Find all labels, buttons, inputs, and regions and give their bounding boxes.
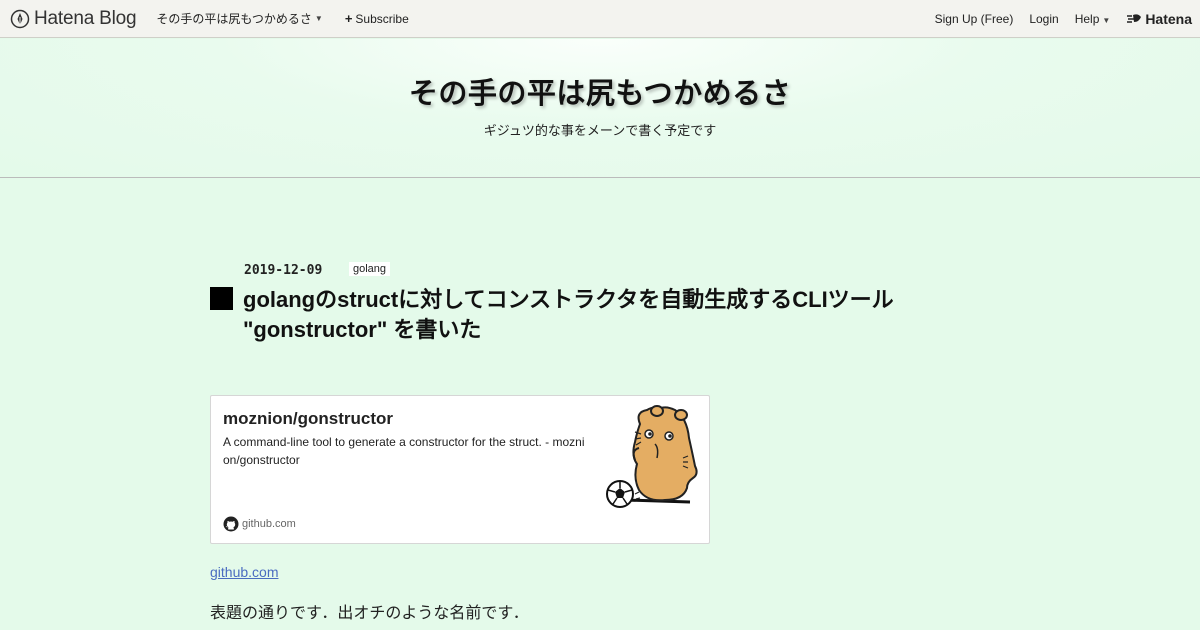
body-paragraph: 表題の通りです．出オチのような名前です． (210, 605, 529, 622)
global-header: Hatena Blog その手の平は尻もつかめるさ ▼ + Subscribe … (0, 0, 1200, 38)
caret-down-icon: ▼ (1102, 15, 1111, 25)
hatena-blog-logo[interactable]: Hatena Blog (10, 7, 137, 30)
blog-menu-label: その手の平は尻もつかめるさ (156, 12, 312, 26)
github-embed-card[interactable]: moznion/gonstructor A command-line tool … (210, 395, 710, 544)
subscribe-label: Subscribe (355, 11, 409, 26)
help-menu[interactable]: Help ▼ (1075, 12, 1111, 26)
blog-header: その手の平は尻もつかめるさ ギジュツ的な事をメーンで書く予定です (0, 39, 1200, 178)
blog-description: ギジュツ的な事をメーンで書く予定です (483, 123, 717, 138)
help-label: Help (1074, 11, 1100, 26)
category-tag[interactable]: golang (349, 262, 391, 276)
login-link[interactable]: Login (1029, 12, 1058, 26)
card-source[interactable]: github.com (223, 516, 296, 532)
blog-menu-dropdown[interactable]: その手の平は尻もつかめるさ ▼ (156, 10, 322, 27)
card-title[interactable]: moznion/gonstructor (223, 409, 393, 429)
caret-down-icon: ▼ (314, 14, 323, 23)
card-source-text: github.com (242, 518, 296, 530)
hatena-bird-icon (1127, 13, 1142, 23)
entry-title-line2: "gonstructor" を書いた (243, 317, 482, 342)
signup-link[interactable]: Sign Up (Free) (935, 12, 1014, 26)
card-description: A command-line tool to generate a constr… (223, 435, 585, 467)
account-links: Sign Up (Free) Login Help ▼ Hatena (935, 11, 1200, 27)
subscribe-button[interactable]: + Subscribe (345, 11, 409, 26)
logo-text: Hatena Blog (34, 7, 137, 29)
entry-title-line1: golangのstructに対してコンストラクタを自動生成するCLIツール (243, 287, 894, 312)
entry-title[interactable]: golangのstructに対してコンストラクタを自動生成するCLIツール "g… (243, 285, 963, 345)
cartoon-hamster-kicking-soccer-ball-icon (606, 405, 698, 508)
title-square-mark (210, 287, 233, 310)
plus-icon: + (344, 11, 353, 26)
hatena-blog-pen-icon (10, 9, 30, 28)
github-icon (223, 516, 239, 532)
blog-title[interactable]: その手の平は尻もつかめるさ (0, 70, 1200, 112)
hatena-link[interactable]: Hatena (1126, 11, 1192, 27)
github-link[interactable]: github.com (210, 564, 278, 580)
hatena-label: Hatena (1145, 10, 1192, 27)
entry-date[interactable]: 2019-12-09 (244, 263, 322, 278)
